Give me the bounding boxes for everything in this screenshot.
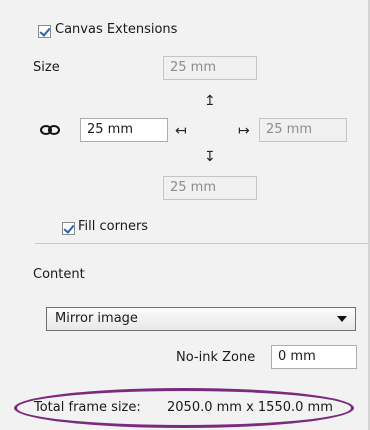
fill-corners-label: Fill corners xyxy=(78,219,149,234)
content-label: Content xyxy=(33,267,85,282)
arrow-left-icon: ↤ xyxy=(175,123,187,139)
canvas-extensions-panel: Canvas Extensions Size 25 mm ↥ 25 mm ↤ ↦… xyxy=(0,0,370,430)
arrow-right-icon: ↦ xyxy=(238,123,250,139)
canvas-extensions-label: Canvas Extensions xyxy=(55,22,178,37)
size-label: Size xyxy=(33,60,60,75)
arrow-up-icon: ↥ xyxy=(204,93,216,109)
fill-corners-checkbox[interactable] xyxy=(62,222,75,235)
bottom-extension-field[interactable]: 25 mm xyxy=(163,176,257,200)
no-ink-zone-label: No-ink Zone xyxy=(176,350,256,365)
checkmark-icon xyxy=(63,222,75,234)
arrow-down-icon: ↧ xyxy=(204,149,216,165)
content-mode-selected: Mirror image xyxy=(55,311,138,326)
chain-link-icon[interactable] xyxy=(40,124,60,136)
left-extension-field[interactable]: 25 mm xyxy=(80,118,168,142)
content-mode-dropdown[interactable]: Mirror image xyxy=(46,307,356,331)
top-extension-field[interactable]: 25 mm xyxy=(163,56,257,80)
section-divider xyxy=(35,243,368,244)
right-extension-field[interactable]: 25 mm xyxy=(259,118,347,142)
highlight-oval xyxy=(14,388,354,428)
checkmark-icon xyxy=(39,25,51,37)
canvas-extensions-checkbox[interactable] xyxy=(38,25,51,38)
chevron-down-icon xyxy=(337,316,347,322)
no-ink-zone-field[interactable]: 0 mm xyxy=(271,345,357,369)
